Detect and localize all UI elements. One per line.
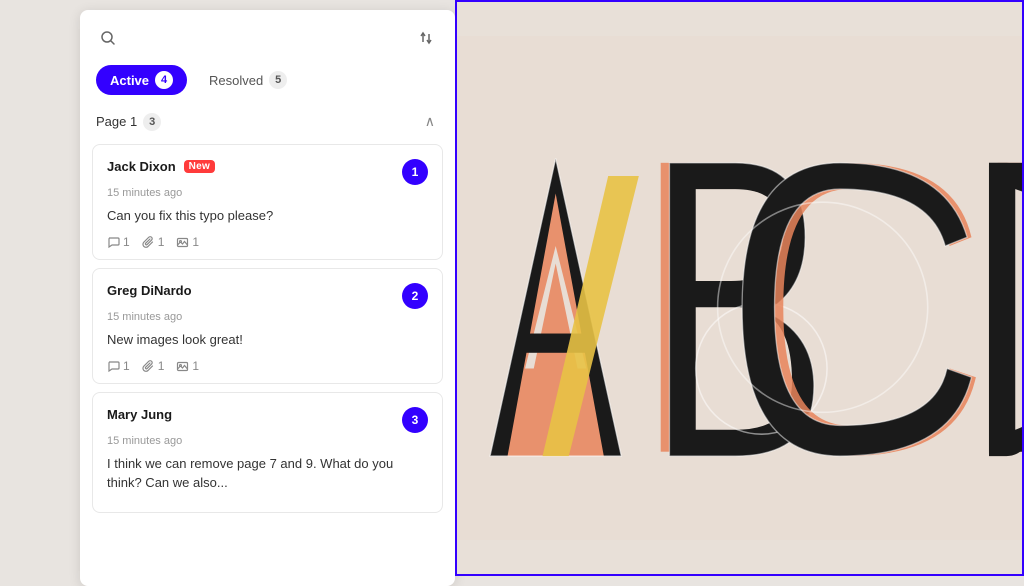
comment-attachments-2: 1 [142,359,165,373]
search-button[interactable] [96,26,120,55]
comment-replies-2: 1 [107,359,130,373]
canvas-area [455,0,1024,576]
sort-button[interactable] [415,26,439,55]
attachment-icon [142,236,155,249]
images-count-1: 1 [192,235,199,249]
comments-panel: Active 4 Resolved 5 Page 1 3 ∧ Jack Dixo… [80,10,455,586]
active-tab[interactable]: Active 4 [96,65,187,95]
attachment-icon-2 [142,360,155,373]
page-header: Page 1 3 ∧ [80,107,455,140]
image-icon [176,236,189,249]
chat-icon-2 [107,360,120,373]
tabs-row: Active 4 Resolved 5 [80,65,455,107]
comments-list: Jack Dixon New 1 15 minutes ago Can you … [80,140,455,586]
comment-top-row-1: Jack Dixon New 1 [107,159,428,185]
comment-author-row-1: Jack Dixon New [107,159,215,174]
comment-author-3: Mary Jung [107,407,172,422]
comment-meta-2: 1 1 1 [107,359,428,373]
comment-author-row-3: Mary Jung [107,407,172,422]
typography-art [455,0,1024,576]
comment-number-2: 2 [402,283,428,309]
chat-icon [107,236,120,249]
attachments-count-1: 1 [158,235,165,249]
comment-author-2: Greg DiNardo [107,283,192,298]
images-count-2: 1 [192,359,199,373]
image-icon-2 [176,360,189,373]
comment-card-1[interactable]: Jack Dixon New 1 15 minutes ago Can you … [92,144,443,260]
comment-author-1: Jack Dixon [107,159,176,174]
active-tab-badge: 4 [155,71,173,89]
page-label-text: Page 1 [96,114,137,129]
comment-number-3: 3 [402,407,428,433]
comment-meta-1: 1 1 1 [107,235,428,249]
comment-top-row-3: Mary Jung 3 [107,407,428,433]
comment-replies-1: 1 [107,235,130,249]
comment-text-2: New images look great! [107,331,428,349]
page-count-badge: 3 [143,113,161,131]
comment-text-3: I think we can remove page 7 and 9. What… [107,455,428,491]
comment-card-2[interactable]: Greg DiNardo 2 15 minutes ago New images… [92,268,443,384]
comment-top-row-2: Greg DiNardo 2 [107,283,428,309]
resolved-tab-label: Resolved [209,73,263,88]
comment-attachments-1: 1 [142,235,165,249]
resolved-tab[interactable]: Resolved 5 [195,65,301,95]
comment-images-2: 1 [176,359,199,373]
canvas-content [455,0,1024,576]
panel-header [80,10,455,65]
resolved-tab-badge: 5 [269,71,287,89]
page-label: Page 1 3 [96,113,161,131]
comment-text-1: Can you fix this typo please? [107,207,428,225]
comment-author-row-2: Greg DiNardo [107,283,192,298]
attachments-count-2: 1 [158,359,165,373]
comment-time-2: 15 minutes ago [107,311,428,323]
replies-count-1: 1 [123,235,130,249]
comment-time-3: 15 minutes ago [107,435,428,447]
new-badge-1: New [184,160,215,173]
comment-time-1: 15 minutes ago [107,187,428,199]
replies-count-2: 1 [123,359,130,373]
comment-number-1: 1 [402,159,428,185]
active-tab-label: Active [110,73,149,88]
comment-images-1: 1 [176,235,199,249]
collapse-button[interactable]: ∧ [421,111,439,132]
comment-card-3[interactable]: Mary Jung 3 15 minutes ago I think we ca… [92,392,443,512]
